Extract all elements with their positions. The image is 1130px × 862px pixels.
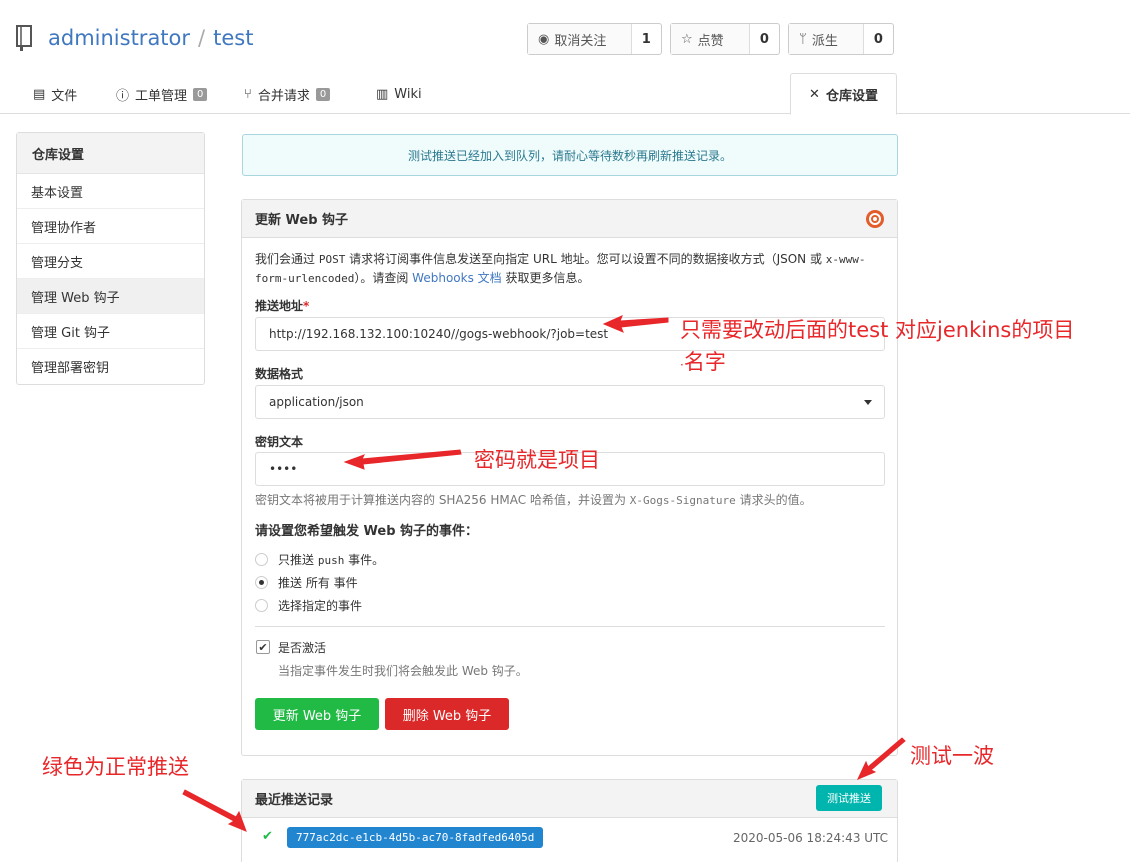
- annotation-url-note: 只需要改动后面的test 对应jenkins的项目: [680, 318, 1075, 342]
- annotation-secret-note: 密码就是项目: [474, 448, 600, 472]
- annotation-test-note: 测试一波: [910, 744, 994, 768]
- annotation-green-note: 绿色为正常推送: [42, 755, 189, 779]
- arrow-to-green-check: [182, 789, 247, 832]
- annotation-url-note-2: ·名字: [680, 350, 726, 374]
- arrow-to-secret: [343, 449, 462, 470]
- arrow-to-url: [602, 315, 669, 333]
- annotation-arrows: [182, 315, 906, 832]
- arrow-to-test-button: [856, 737, 906, 780]
